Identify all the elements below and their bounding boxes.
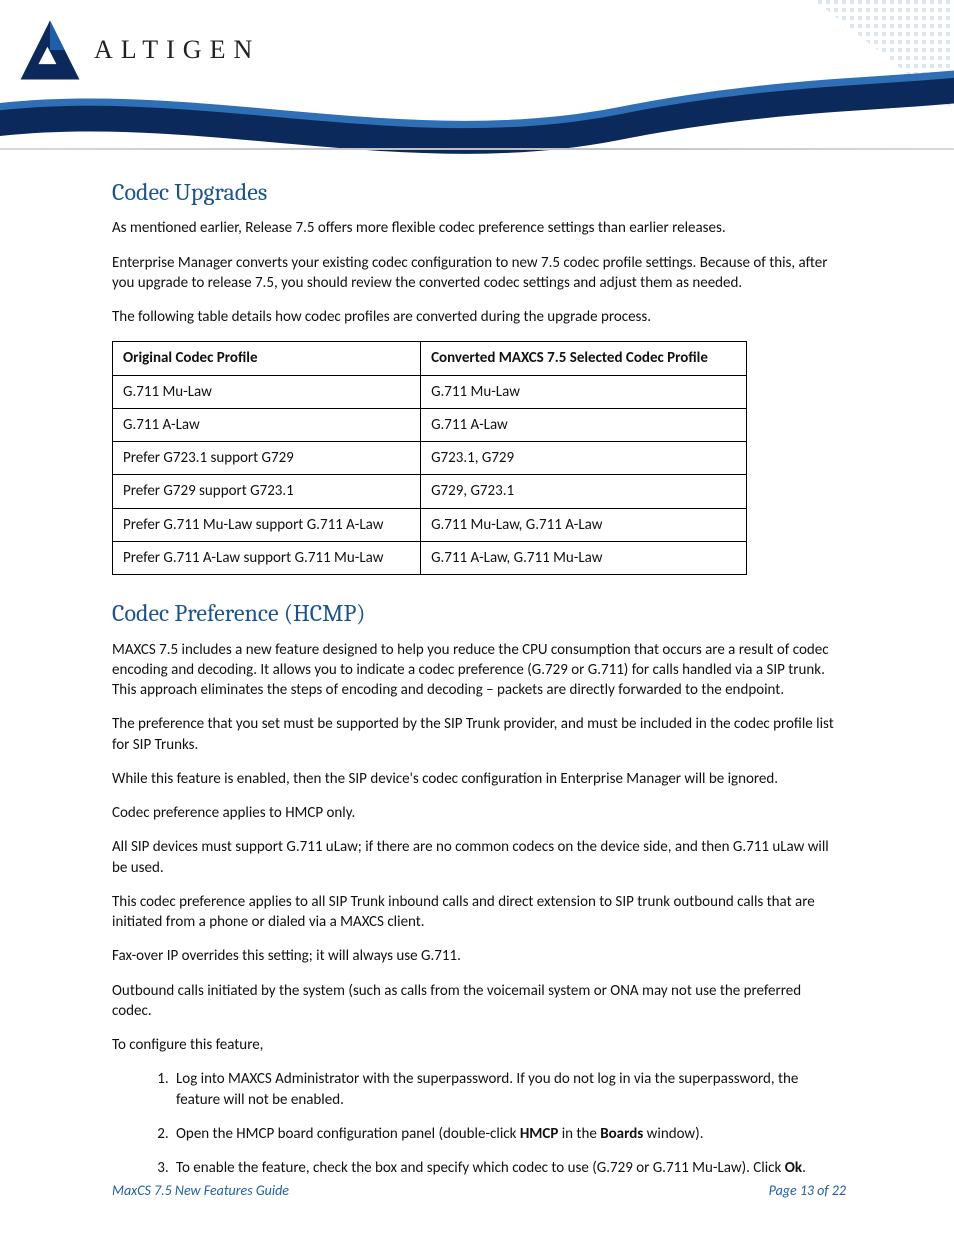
- list-item: Log into MAXCS Administrator with the su…: [172, 1069, 842, 1110]
- bold-text: Boards: [600, 1125, 643, 1143]
- table-cell: Prefer G729 support G723.1: [113, 475, 421, 508]
- list-item: Open the HMCP board configuration panel …: [172, 1124, 842, 1144]
- table-cell: G.711 Mu-Law: [421, 375, 747, 408]
- table-cell: G729, G723.1: [421, 475, 747, 508]
- step-text: To enable the feature, check the box and…: [176, 1159, 785, 1177]
- footer-page-number: Page 13 of 22: [769, 1182, 846, 1199]
- table-header-row: Original Codec Profile Converted MAXCS 7…: [113, 342, 747, 375]
- paragraph: This codec preference applies to all SIP…: [112, 892, 842, 933]
- paragraph: MAXCS 7.5 includes a new feature designe…: [112, 640, 842, 701]
- table-cell: G.711 Mu-Law: [113, 375, 421, 408]
- paragraph: While this feature is enabled, then the …: [112, 769, 842, 789]
- paragraph: Enterprise Manager converts your existin…: [112, 253, 842, 294]
- page-content: Codec Upgrades As mentioned earlier, Rel…: [0, 150, 954, 1178]
- table-row: Prefer G729 support G723.1 G729, G723.1: [113, 475, 747, 508]
- step-text: window).: [643, 1125, 703, 1143]
- paragraph: To configure this feature,: [112, 1035, 842, 1055]
- table-cell: G.711 A-Law: [113, 408, 421, 441]
- table-cell: G.711 A-Law: [421, 408, 747, 441]
- codec-conversion-table: Original Codec Profile Converted MAXCS 7…: [112, 341, 747, 575]
- table-cell: Prefer G723.1 support G729: [113, 442, 421, 475]
- table-cell: G.711 Mu-Law, G.711 A-Law: [421, 508, 747, 541]
- step-text: in the: [558, 1125, 600, 1143]
- page: ALTIGEN Codec Upgrades As mentioned earl…: [0, 0, 954, 1235]
- page-footer: MaxCS 7.5 New Features Guide Page 13 of …: [112, 1182, 846, 1199]
- paragraph: Fax-over IP overrides this setting; it w…: [112, 946, 842, 966]
- paragraph: All SIP devices must support G.711 uLaw;…: [112, 837, 842, 878]
- table-row: Prefer G.711 A-Law support G.711 Mu-Law …: [113, 541, 747, 574]
- step-text: Open the HMCP board configuration panel …: [176, 1125, 520, 1143]
- altigen-mark-icon: [18, 18, 82, 82]
- table-cell: G723.1, G729: [421, 442, 747, 475]
- footer-doc-title: MaxCS 7.5 New Features Guide: [112, 1182, 289, 1199]
- brand-name: ALTIGEN: [94, 35, 260, 65]
- table-cell: Prefer G.711 Mu-Law support G.711 A-Law: [113, 508, 421, 541]
- table-row: Prefer G723.1 support G729 G723.1, G729: [113, 442, 747, 475]
- table-row: G.711 Mu-Law G.711 Mu-Law: [113, 375, 747, 408]
- paragraph: Outbound calls initiated by the system (…: [112, 981, 842, 1022]
- step-text: Log into MAXCS Administrator with the su…: [176, 1070, 798, 1108]
- table-header: Original Codec Profile: [113, 342, 421, 375]
- table-header: Converted MAXCS 7.5 Selected Codec Profi…: [421, 342, 747, 375]
- paragraph: The preference that you set must be supp…: [112, 714, 842, 755]
- table-row: G.711 A-Law G.711 A-Law: [113, 408, 747, 441]
- bold-text: HMCP: [520, 1125, 559, 1143]
- brand-logo: ALTIGEN: [18, 18, 260, 82]
- heading-codec-preference: Codec Preference (HCMP): [112, 597, 842, 629]
- page-header: ALTIGEN: [0, 0, 954, 150]
- step-text: .: [802, 1159, 806, 1177]
- paragraph: Codec preference applies to HMCP only.: [112, 803, 842, 823]
- table-cell: G.711 A-Law, G.711 Mu-Law: [421, 541, 747, 574]
- header-grid-icon: [794, 0, 954, 110]
- bold-text: Ok: [785, 1159, 802, 1177]
- paragraph: The following table details how codec pr…: [112, 307, 842, 327]
- paragraph: As mentioned earlier, Release 7.5 offers…: [112, 218, 842, 238]
- header-divider: [0, 148, 954, 150]
- table-row: Prefer G.711 Mu-Law support G.711 A-Law …: [113, 508, 747, 541]
- configure-steps: Log into MAXCS Administrator with the su…: [112, 1069, 842, 1178]
- table-cell: Prefer G.711 A-Law support G.711 Mu-Law: [113, 541, 421, 574]
- list-item: To enable the feature, check the box and…: [172, 1158, 842, 1178]
- heading-codec-upgrades: Codec Upgrades: [112, 176, 842, 208]
